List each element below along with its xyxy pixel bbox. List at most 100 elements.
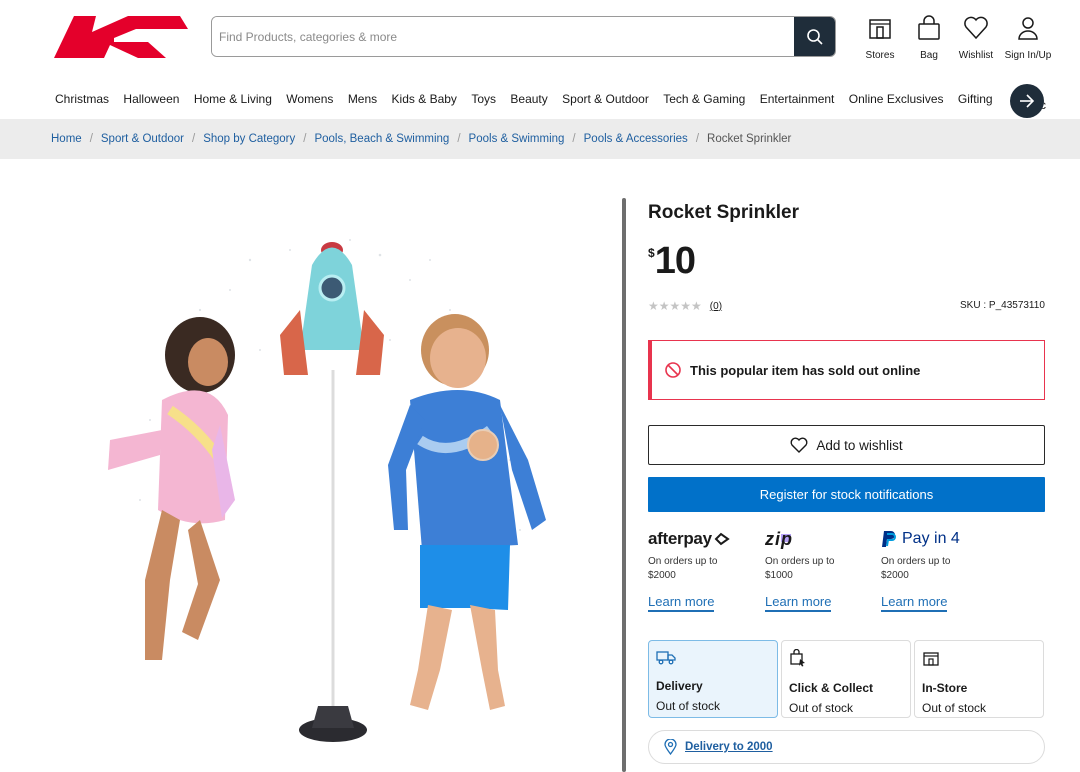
location-pin-icon (664, 739, 677, 755)
kmart-logo[interactable]: mart (52, 14, 192, 60)
product-title: Rocket Sprinkler (648, 202, 799, 223)
prohibited-icon (665, 362, 681, 378)
category-nav: Christmas Halloween Home & Living Womens… (0, 82, 1080, 118)
product-sku: SKU : P_43573110 (960, 300, 1045, 311)
nav-item-halloween[interactable]: Halloween (123, 92, 179, 106)
fulfilment-click-collect[interactable]: Click & Collect Out of stock (781, 640, 911, 718)
nav-item-online-exclusives[interactable]: Online Exclusives (849, 92, 944, 106)
store-icon (923, 652, 939, 666)
price-amount: 10 (654, 240, 696, 282)
breadcrumb-current: Rocket Sprinkler (707, 133, 792, 145)
paypal-desc-line2: $2000 (881, 570, 909, 581)
fulfilment-in-store-title: In-Store (922, 681, 968, 695)
heart-icon (790, 437, 808, 453)
paypal-brand-text: Pay in 4 (902, 530, 960, 547)
sign-in-link[interactable]: Sign In/Up (1000, 14, 1056, 61)
zip-logo: zip (765, 528, 875, 550)
breadcrumb: Home / Sport & Outdoor / Shop by Categor… (0, 119, 1080, 159)
price-currency: $ (648, 246, 655, 260)
rating-count-link[interactable]: (0) (710, 301, 722, 312)
user-icon (1018, 17, 1038, 40)
add-to-wishlist-label: Add to wishlist (816, 437, 903, 453)
afterpay-desc-line2: $2000 (648, 570, 676, 581)
search-icon (806, 28, 823, 45)
nav-item-mens[interactable]: Mens (348, 92, 377, 106)
afterpay-desc-line1: On orders up to (648, 556, 718, 567)
bag-icon (918, 15, 940, 40)
stores-link[interactable]: Stores (856, 14, 904, 61)
svg-text:mart: mart (126, 29, 155, 44)
rating-stars: ★★★★★ (648, 299, 702, 313)
delivery-location-link[interactable]: Delivery to 2000 (685, 741, 773, 753)
breadcrumb-pools-swimming[interactable]: Pools & Swimming (469, 133, 565, 145)
breadcrumb-separator: / (695, 133, 700, 145)
register-stock-notifications-button[interactable]: Register for stock notifications (648, 477, 1045, 512)
add-to-wishlist-button[interactable]: Add to wishlist (648, 425, 1045, 465)
truck-icon (656, 651, 676, 665)
breadcrumb-home[interactable]: Home (51, 133, 82, 145)
fulfilment-delivery-status: Out of stock (656, 699, 721, 713)
header-actions: Stores Bag Wishlist Sign In/Up (856, 14, 1056, 61)
arrow-right-icon (1020, 94, 1035, 108)
breadcrumb-separator: / (572, 133, 576, 145)
breadcrumb-separator: / (303, 133, 307, 145)
afterpay-learn-more-link[interactable]: Learn more (648, 594, 715, 612)
nav-item-christmas[interactable]: Christmas (55, 92, 109, 106)
payment-option-paypal: Pay in 4 On orders up to $2000 Learn more (881, 528, 991, 612)
wishlist-link[interactable]: Wishlist (952, 14, 1000, 61)
payment-option-zip: zip On orders up to $1000 Learn more (765, 528, 875, 612)
nav-item-womens[interactable]: Womens (286, 92, 333, 106)
heart-icon (964, 16, 988, 40)
breadcrumb-separator: / (192, 133, 196, 145)
nav-item-kids-baby[interactable]: Kids & Baby (392, 92, 457, 106)
zip-desc-line2: $1000 (765, 570, 793, 581)
search-bar (211, 16, 836, 57)
afterpay-arrows-icon (714, 532, 730, 546)
product-image[interactable] (50, 200, 620, 770)
search-input[interactable] (212, 17, 794, 56)
nav-item-toys[interactable]: Toys (471, 92, 496, 106)
breadcrumb-pools-accessories[interactable]: Pools & Accessories (584, 133, 688, 145)
store-icon (869, 19, 891, 39)
paypal-icon (882, 531, 896, 547)
breadcrumb-pools-beach-swimming[interactable]: Pools, Beach & Swimming (314, 133, 449, 145)
site-header: mart Stores Bag Wishlist Sign In/Up (0, 0, 1080, 80)
image-scrollbar[interactable] (622, 198, 626, 772)
search-button[interactable] (794, 17, 835, 56)
fulfilment-click-collect-status: Out of stock (789, 701, 854, 715)
zip-learn-more-link[interactable]: Learn more (765, 594, 832, 612)
breadcrumb-shop-by-category[interactable]: Shop by Category (203, 133, 295, 145)
nav-item-gifting[interactable]: Gifting (958, 92, 993, 106)
fulfilment-in-store[interactable]: In-Store Out of stock (914, 640, 1044, 718)
paypal-learn-more-link[interactable]: Learn more (881, 594, 948, 612)
boy-figure (388, 314, 546, 710)
paypal-logo: Pay in 4 (881, 528, 991, 550)
afterpay-logo: afterpay (648, 528, 758, 550)
sign-in-label: Sign In/Up (1004, 50, 1052, 61)
fulfilment-delivery-title: Delivery (656, 679, 703, 693)
sold-out-alert-text: This popular item has sold out online (690, 362, 921, 378)
nav-item-home-living[interactable]: Home & Living (194, 92, 272, 106)
nav-item-tech-gaming[interactable]: Tech & Gaming (663, 92, 745, 106)
nav-item-beauty[interactable]: Beauty (510, 92, 547, 106)
product-rating: ★★★★★ (0) (648, 299, 722, 313)
fulfilment-delivery[interactable]: Delivery Out of stock (648, 640, 778, 718)
fulfilment-in-store-status: Out of stock (922, 701, 987, 715)
bag-label: Bag (920, 50, 938, 61)
breadcrumb-sport-outdoor[interactable]: Sport & Outdoor (101, 133, 184, 145)
zip-brand-text: zip (765, 528, 793, 549)
nav-scroll-next-button[interactable] (1010, 84, 1044, 118)
fulfilment-click-collect-title: Click & Collect (789, 681, 874, 695)
breadcrumb-separator: / (457, 133, 461, 145)
click-collect-icon (790, 648, 805, 667)
delivery-location-selector[interactable]: Delivery to 2000 (648, 730, 1045, 764)
wishlist-label: Wishlist (958, 50, 994, 61)
paypal-desc-line1: On orders up to (881, 556, 951, 567)
sold-out-alert: This popular item has sold out online (648, 340, 1045, 400)
stores-label: Stores (865, 50, 895, 61)
nav-item-sport-outdoor[interactable]: Sport & Outdoor (562, 92, 649, 106)
breadcrumb-separator: / (89, 133, 93, 145)
zip-desc-line1: On orders up to (765, 556, 835, 567)
nav-item-entertainment[interactable]: Entertainment (760, 92, 835, 106)
bag-link[interactable]: Bag (908, 14, 950, 61)
